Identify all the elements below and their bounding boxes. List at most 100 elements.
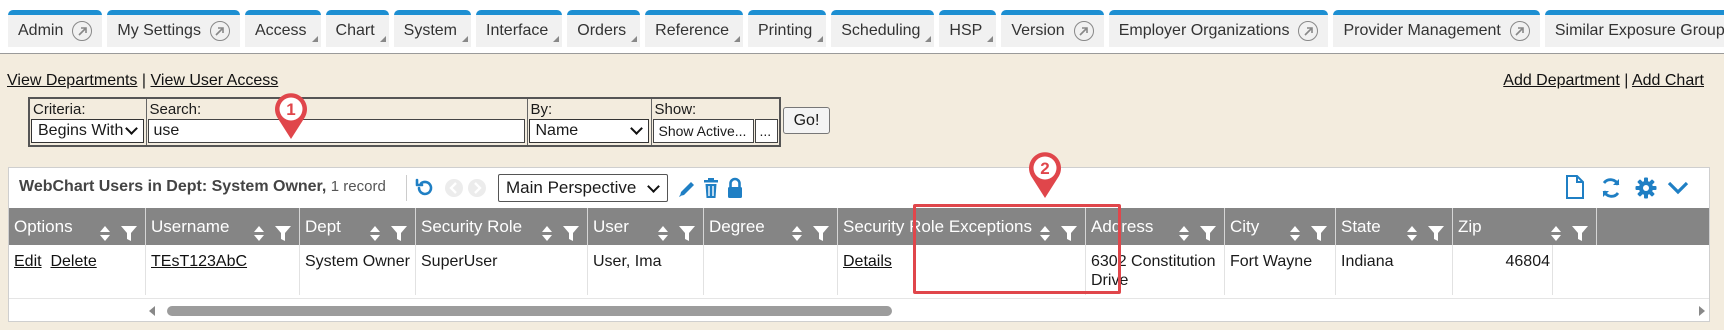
menu-caret-icon (987, 36, 994, 42)
gear-icon[interactable] (1634, 176, 1658, 200)
column-header-dept[interactable]: Dept (300, 208, 416, 245)
toolbar-divider (406, 175, 407, 201)
column-header-degree[interactable]: Degree (704, 208, 838, 245)
search-input[interactable]: use (147, 119, 525, 143)
tab-label: Version (1011, 22, 1065, 39)
tab-employer-organizations[interactable]: Employer Organizations (1108, 10, 1329, 47)
view-user-access-link[interactable]: View User Access (151, 72, 279, 89)
tab-interface[interactable]: Interface (476, 10, 563, 47)
tab-reference[interactable]: Reference (645, 10, 743, 47)
next-icon[interactable] (467, 178, 487, 198)
tab-version[interactable]: Version (1001, 10, 1104, 47)
previous-icon[interactable] (444, 178, 464, 198)
tab-orders[interactable]: Orders (567, 10, 641, 47)
column-header-city[interactable]: City (1225, 208, 1336, 245)
username-link[interactable]: TEsT123AbC (151, 253, 247, 270)
tab-chart[interactable]: Chart (325, 10, 389, 47)
tab-similar-exposure-groups-segs[interactable]: Similar Exposure Groups (SEGs) (1544, 10, 1724, 47)
open-external-icon[interactable] (209, 21, 230, 41)
tab-label: Reference (655, 22, 729, 39)
search-form: Criteria: Begins With Search: use By: Na… (28, 97, 781, 147)
city-cell: Fort Wayne (1225, 245, 1336, 295)
tab-my-settings[interactable]: My Settings (107, 10, 240, 47)
edit-link[interactable]: Edit (14, 253, 42, 270)
column-header-username[interactable]: Username (146, 208, 300, 245)
link-separator: | (1624, 72, 1629, 89)
users-grid-panel: WebChart Users in Dept: System Owner, 1 … (8, 167, 1710, 322)
show-label: Show: (654, 101, 697, 118)
new-document-icon[interactable] (1564, 174, 1586, 200)
open-external-icon[interactable] (1509, 21, 1530, 41)
scroll-left-icon[interactable] (147, 305, 157, 317)
tab-label: Orders (577, 22, 627, 39)
delete-link[interactable]: Delete (50, 253, 96, 270)
column-header-zip[interactable]: Zip (1453, 208, 1597, 245)
user-cell: User, Ima (588, 245, 704, 295)
lock-icon[interactable] (726, 177, 744, 199)
tab-printing[interactable]: Printing (748, 10, 827, 47)
by-value: Name (535, 122, 579, 139)
scrollbar-thumb[interactable] (167, 306, 892, 316)
tab-label: Employer Organizations (1118, 22, 1290, 39)
view-departments-link[interactable]: View Departments (7, 72, 137, 89)
chevron-down-icon (629, 122, 643, 135)
criteria-label: Criteria: (33, 101, 86, 118)
show-field[interactable]: Show Active... (652, 119, 754, 143)
horizontal-scrollbar[interactable] (9, 298, 1709, 320)
column-header-label: City (1230, 217, 1260, 236)
by-select[interactable]: Name (528, 119, 649, 143)
refresh-icon[interactable] (1599, 176, 1623, 200)
menu-caret-icon (462, 36, 468, 42)
tab-hsp[interactable]: HSP (939, 10, 997, 47)
column-header-security-role[interactable]: Security Role (416, 208, 588, 245)
criteria-select[interactable]: Begins With (31, 119, 144, 143)
undo-icon[interactable] (414, 177, 436, 199)
grid-record-count: 1 record (330, 178, 386, 195)
scroll-right-icon[interactable] (1697, 305, 1707, 317)
tab-label: Similar Exposure Groups (SEGs) (1554, 22, 1724, 39)
highlight-box (913, 204, 1121, 294)
open-external-icon[interactable] (1073, 21, 1094, 41)
tab-label: System (403, 22, 457, 39)
chevron-down-icon (125, 122, 138, 135)
column-header-label: Zip (1458, 217, 1482, 236)
tab-label: Scheduling (841, 22, 921, 39)
tab-admin[interactable]: Admin (8, 10, 103, 47)
tab-system[interactable]: System (393, 10, 471, 47)
show-picker-button[interactable]: ... (754, 119, 778, 143)
column-header-options[interactable]: Options (9, 208, 146, 245)
column-header-label: Username (151, 217, 230, 236)
tab-provider-management[interactable]: Provider Management (1333, 10, 1540, 47)
tab-scheduling[interactable]: Scheduling (831, 10, 935, 47)
menu-caret-icon (379, 36, 386, 42)
column-header-label: User (593, 217, 629, 236)
tab-access[interactable]: Access (244, 10, 321, 47)
show-value: Show Active... (658, 123, 747, 139)
search-input-value: use (153, 122, 180, 139)
chevron-down-icon[interactable] (1666, 178, 1690, 198)
open-external-icon[interactable] (1298, 21, 1319, 41)
go-button[interactable]: Go! (783, 107, 830, 134)
by-label: By: (530, 101, 553, 118)
tab-label: Printing (758, 22, 813, 39)
top-left-links: View Departments | View User Access (7, 72, 278, 90)
step-marker-2: 2 (1029, 152, 1061, 198)
link-separator: | (141, 72, 147, 89)
column-header-user[interactable]: User (588, 208, 704, 245)
top-right-links: Add Department | Add Chart (1503, 72, 1704, 90)
menu-caret-icon (631, 36, 638, 42)
degree-cell (704, 245, 838, 295)
chevron-down-icon (647, 180, 660, 193)
step-marker-1-label: 1 (286, 100, 295, 119)
trash-icon[interactable] (701, 177, 721, 199)
add-department-link[interactable]: Add Department (1503, 72, 1620, 89)
details-link[interactable]: Details (843, 253, 892, 270)
perspective-select[interactable]: Main Perspective (498, 174, 668, 202)
menu-caret-icon (817, 36, 824, 42)
column-header-label: Dept (305, 217, 341, 236)
add-chart-link[interactable]: Add Chart (1632, 72, 1704, 89)
open-external-icon[interactable] (72, 21, 93, 41)
pencil-icon[interactable] (676, 178, 698, 200)
tab-label: My Settings (117, 22, 201, 39)
column-header-state[interactable]: State (1336, 208, 1453, 245)
